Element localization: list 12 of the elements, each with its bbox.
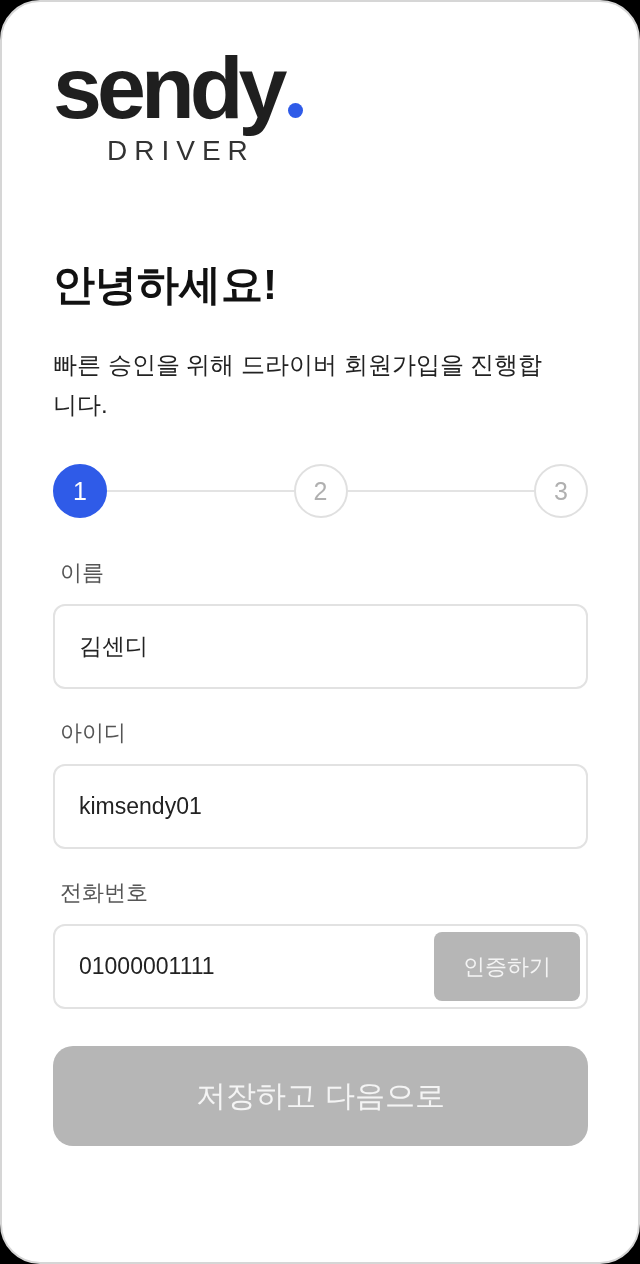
text-input[interactable]: 김센디 bbox=[53, 604, 588, 689]
text-input[interactable]: kimsendy01 bbox=[53, 764, 588, 849]
intro-text: 빠른 승인을 위해 드라이버 회원가입을 진행합니다. bbox=[53, 350, 544, 420]
field-label: 이름 bbox=[60, 559, 104, 587]
logo-dot-icon bbox=[288, 103, 304, 118]
step-circle: 2 bbox=[293, 464, 348, 518]
field-label: 전화번호 bbox=[60, 879, 148, 907]
step-circle: 1 bbox=[53, 464, 107, 518]
logo-subtitle: DRIVER bbox=[107, 136, 255, 166]
field-label: 아이디 bbox=[60, 719, 126, 747]
step-circle: 3 bbox=[534, 464, 588, 518]
greeting-heading: 안녕하세요! bbox=[53, 260, 278, 310]
